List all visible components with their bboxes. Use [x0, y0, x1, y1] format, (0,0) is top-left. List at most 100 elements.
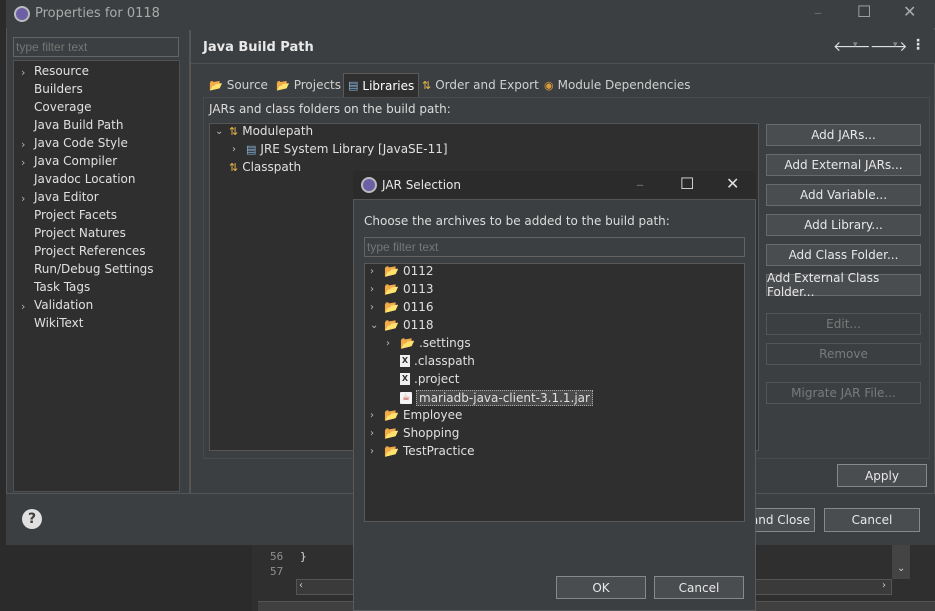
tree-item-project[interactable]: › 📂 Shopping — [370, 426, 459, 440]
nav-item-wikitext[interactable]: WikiText — [34, 316, 84, 330]
tab-label: Source — [226, 78, 268, 92]
project-folder-icon: 📂 — [384, 444, 399, 458]
tree-item-project[interactable]: › 📂 0112 — [370, 264, 434, 278]
help-icon[interactable]: ? — [22, 509, 42, 529]
tree-item-project[interactable]: › 📂 TestPractice — [370, 444, 475, 458]
add-external-class-folder-button[interactable]: Add External Class Folder... — [766, 271, 921, 299]
nav-item-java-editor[interactable]: Java Editor — [34, 190, 99, 204]
ok-button[interactable]: OK — [556, 576, 646, 599]
tree-item-folder[interactable]: › 📂 .settings — [386, 336, 471, 350]
nav-item-java-compiler[interactable]: Java Compiler — [34, 154, 117, 168]
tree-item-project[interactable]: › 📂 Employee — [370, 408, 462, 422]
chevron-right-icon[interactable]: › — [21, 66, 25, 79]
panel-splitter[interactable] — [189, 30, 191, 493]
chevron-down-icon[interactable]: ⌄ — [370, 320, 380, 331]
cancel-button[interactable]: Cancel — [824, 508, 920, 532]
chevron-right-icon[interactable]: › — [21, 192, 25, 205]
tab-label: Projects — [293, 78, 342, 92]
scroll-right-icon[interactable]: › — [882, 580, 886, 591]
forward-dropdown-icon[interactable]: ▾ — [893, 40, 898, 50]
nav-item-java-build-path[interactable]: Java Build Path — [34, 118, 123, 132]
chevron-right-icon[interactable]: › — [370, 446, 380, 457]
tree-item-label: TestPractice — [402, 444, 475, 458]
chevron-right-icon[interactable]: › — [232, 144, 242, 155]
jar-dialog-prompt: Choose the archives to be added to the b… — [364, 214, 670, 228]
chevron-right-icon[interactable]: › — [386, 338, 396, 349]
scroll-left-icon[interactable]: ‹ — [299, 580, 303, 591]
back-arrow-icon[interactable]: 🡐 — [833, 38, 871, 55]
tree-item-label: 0113 — [402, 282, 434, 296]
add-class-folder-button[interactable]: Add Class Folder... — [766, 244, 921, 266]
tab-source[interactable]: 📂 Source — [205, 73, 272, 97]
add-library-button[interactable]: Add Library... — [766, 214, 921, 236]
remove-button[interactable]: Remove — [766, 343, 921, 365]
tree-item-file[interactable]: X .classpath — [386, 354, 475, 368]
chevron-right-icon[interactable]: › — [370, 410, 380, 421]
back-dropdown-icon[interactable]: ▾ — [853, 40, 858, 50]
tab-module-dependencies[interactable]: ◉ Module Dependencies — [540, 73, 694, 97]
minimize-icon[interactable]: – — [814, 3, 822, 22]
add-variable-button[interactable]: Add Variable... — [766, 184, 921, 206]
nav-item-java-code-style[interactable]: Java Code Style — [34, 136, 128, 150]
chevron-right-icon[interactable]: › — [370, 266, 380, 277]
classpath-icon: ⇅ — [229, 160, 239, 174]
tree-item-project[interactable]: › 📂 0113 — [370, 282, 434, 296]
add-jars-button[interactable]: Add JARs... — [766, 124, 921, 146]
jar-dialog-title: JAR Selection — [382, 178, 461, 192]
project-folder-icon: 📂 — [384, 426, 399, 440]
chevron-right-icon[interactable]: › — [21, 138, 25, 151]
chevron-right-icon[interactable]: › — [370, 284, 380, 295]
maximize-icon[interactable]: ☐ — [680, 174, 694, 193]
close-icon[interactable]: ✕ — [903, 2, 916, 21]
nav-item-resource[interactable]: Resource — [34, 64, 89, 78]
tree-item-label: .project — [414, 372, 460, 386]
nav-item-project-references[interactable]: Project References — [34, 244, 146, 258]
nav-item-javadoc-location[interactable]: Javadoc Location — [34, 172, 135, 186]
forward-arrow-icon[interactable]: 🡒 — [870, 38, 908, 55]
chevron-right-icon[interactable]: › — [21, 300, 25, 313]
nav-item-run-debug-settings[interactable]: Run/Debug Settings — [34, 262, 154, 276]
tree-item-project[interactable]: ⌄ 📂 0118 — [370, 318, 434, 332]
nav-item-coverage[interactable]: Coverage — [34, 100, 92, 114]
tree-item-label: Employee — [402, 408, 463, 422]
dialog-cancel-button[interactable]: Cancel — [654, 576, 744, 599]
edit-button[interactable]: Edit... — [766, 313, 921, 335]
project-folder-icon: 📂 — [384, 318, 399, 332]
tab-libraries[interactable]: ▤ Libraries — [343, 73, 420, 97]
scroll-down-icon[interactable]: ⌄ — [897, 563, 905, 574]
tree-item-classpath[interactable]: ⇅ Classpath — [215, 160, 301, 174]
maximize-icon[interactable]: ☐ — [857, 2, 871, 21]
jar-tree[interactable]: › 📂 0112 › 📂 0113 › 📂 0116 ⌄ 📂 0118 › 📂 … — [364, 263, 745, 522]
chevron-right-icon[interactable]: › — [370, 428, 380, 439]
tab-projects[interactable]: 📂 Projects — [272, 73, 345, 97]
chevron-down-icon[interactable]: ⌄ — [215, 126, 225, 137]
tab-label: Libraries — [362, 78, 415, 93]
nav-filter-input[interactable] — [13, 37, 179, 57]
jar-filter-input[interactable] — [364, 237, 745, 257]
nav-item-task-tags[interactable]: Task Tags — [34, 280, 90, 294]
nav-item-builders[interactable]: Builders — [34, 82, 83, 96]
migrate-jar-button[interactable]: Migrate JAR File... — [766, 382, 921, 404]
add-external-jars-button[interactable]: Add External JARs... — [766, 154, 921, 176]
tree-item-modulepath[interactable]: ⌄ ⇅ Modulepath — [215, 124, 313, 138]
tree-item-jre-library[interactable]: › ▤ JRE System Library [JavaSE-11] — [232, 142, 448, 156]
chevron-right-icon[interactable]: › — [370, 302, 380, 313]
tree-item-file[interactable]: X .project — [386, 372, 459, 386]
chevron-right-icon[interactable]: › — [21, 156, 25, 169]
modulepath-icon: ⇅ — [229, 124, 239, 138]
close-icon[interactable]: ✕ — [726, 174, 739, 193]
nav-item-project-natures[interactable]: Project Natures — [34, 226, 126, 240]
tab-order-export[interactable]: ⇅ Order and Export — [418, 73, 543, 97]
minimize-icon[interactable]: – — [636, 175, 644, 194]
tree-item-label: Shopping — [402, 426, 460, 440]
module-icon: ◉ — [544, 78, 554, 92]
nav-item-validation[interactable]: Validation — [34, 298, 93, 312]
apply-button[interactable]: Apply — [837, 464, 927, 487]
nav-item-project-facets[interactable]: Project Facets — [34, 208, 117, 222]
tree-item-jar-selected[interactable]: ☕ mariadb-java-client-3.1.1.jar — [386, 390, 593, 406]
project-folder-icon: 📂 — [384, 264, 399, 278]
libraries-icon: ▤ — [348, 79, 359, 92]
tree-item-project[interactable]: › 📂 0116 — [370, 300, 434, 314]
library-icon: ▤ — [246, 142, 257, 156]
view-menu-icon[interactable]: ⋮ — [911, 37, 925, 53]
